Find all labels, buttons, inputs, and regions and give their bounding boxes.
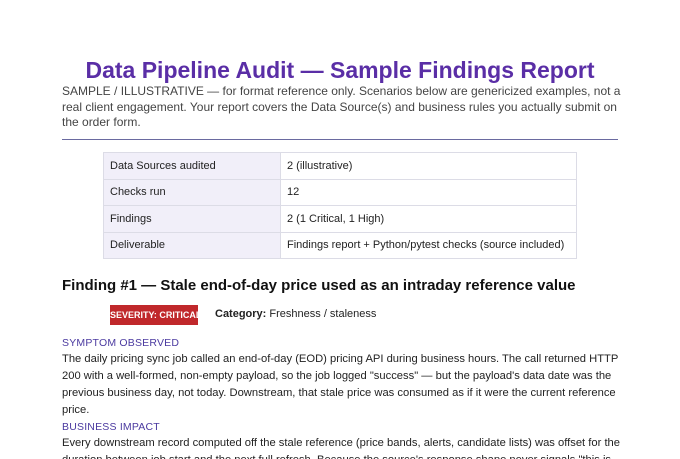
- intro-disclaimer: SAMPLE / ILLUSTRATIVE — for format refer…: [62, 84, 621, 129]
- summary-value: Findings report + Python/pytest checks (…: [280, 231, 577, 259]
- table-row: Checks run 12: [103, 178, 577, 206]
- impact-heading: BUSINESS IMPACT: [62, 421, 160, 433]
- summary-value: 2 (illustrative): [280, 152, 577, 180]
- symptom-heading: SYMPTOM OBSERVED: [62, 337, 180, 349]
- symptom-text: The daily pricing sync job called an end…: [62, 353, 619, 416]
- table-row: Deliverable Findings report + Python/pyt…: [103, 231, 577, 259]
- report-page: Data Pipeline Audit — Sample Findings Re…: [0, 0, 680, 459]
- summary-label: Findings: [103, 205, 281, 233]
- category-label: Category:: [215, 308, 267, 320]
- finding-category: Category: Freshness / staleness: [215, 308, 376, 320]
- table-row: Findings 2 (1 Critical, 1 High): [103, 205, 577, 233]
- report-title: Data Pipeline Audit — Sample Findings Re…: [85, 57, 595, 83]
- table-row: Data Sources audited 2 (illustrative): [103, 152, 577, 180]
- summary-value: 2 (1 Critical, 1 High): [280, 205, 577, 233]
- summary-value: 12: [280, 178, 577, 206]
- section-divider: [62, 139, 618, 140]
- category-value: Freshness / staleness: [269, 308, 377, 320]
- finding-title: Finding #1 — Stale end-of-day price used…: [62, 277, 576, 294]
- summary-label: Checks run: [103, 178, 281, 206]
- severity-badge: SEVERITY: CRITICAL: [110, 305, 198, 325]
- summary-label: Data Sources audited: [103, 152, 281, 180]
- summary-table: Data Sources audited 2 (illustrative) Ch…: [103, 152, 577, 259]
- summary-label: Deliverable: [103, 231, 281, 259]
- impact-text: Every downstream record computed off the…: [62, 437, 620, 459]
